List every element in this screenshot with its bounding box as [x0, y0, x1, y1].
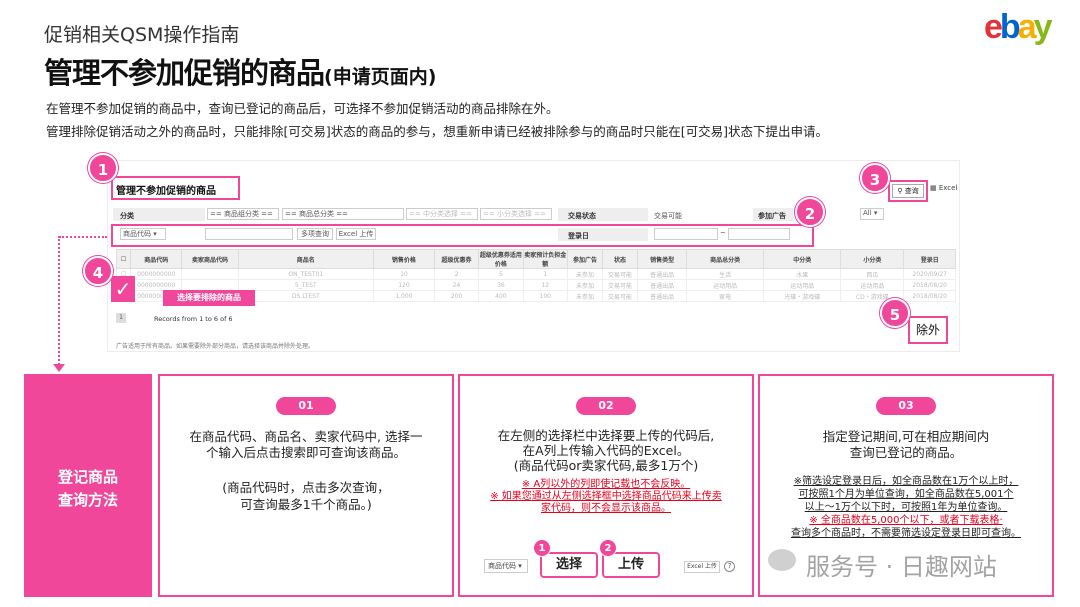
kicker-text: 促销相关QSM操作指南 [44, 24, 240, 46]
page-title: 管理不参加促销的商品(申请页面内) [44, 50, 436, 92]
title-main: 管理不参加促销的商品 [44, 56, 325, 90]
excel-download-button[interactable]: ▦ Excel [930, 184, 957, 192]
category4-select[interactable]: == 小分类选择 == [480, 208, 552, 220]
step-marker-2: 2 [795, 197, 825, 227]
step-marker-1: 1 [88, 153, 118, 183]
category2-select[interactable]: == 商品总分类 == [282, 208, 404, 220]
description-line-1: 在管理不参加促销的商品中，查询已登记的商品后，可选择不参加促销活动的商品排除在外… [46, 101, 559, 116]
card-number-badge: 03 [876, 397, 936, 415]
search-area-highlight [111, 224, 814, 247]
column-header: 销售价格 [373, 249, 435, 269]
exclude-button[interactable]: 除外 [908, 316, 948, 344]
column-header: 商品总分类 [686, 249, 765, 269]
status-label: 交易状态 [568, 212, 596, 220]
column-header: 卖家商品代码 [181, 249, 239, 269]
category-label: 分类 [120, 212, 134, 220]
records-text: Records from 1 to 6 of 6 [154, 315, 233, 323]
step-marker-5: 5 [880, 298, 910, 328]
column-header: 销售类型 [637, 249, 688, 269]
card-03-notes: ※筛选设定登录日后，如全商品数在1万个以上时， 可按照1个月为单位查询，如全商品… [791, 476, 1021, 539]
description-line-2: 管理排除促销活动之外的商品时，只能排除[可交易]状态的商品的参与，想重新申请已经… [46, 124, 829, 139]
method-card-02: 02 在左侧的选择栏中选择要上传的代码后, 在A列上传输入代码的Excel。 (… [458, 374, 754, 597]
page-number[interactable]: 1 [116, 313, 126, 323]
column-header: 小分类 [840, 249, 905, 269]
method-card-01: 01 在商品代码、商品名、卖家代码中, 选择一 个输入后点击搜索即可查询该商品。… [158, 374, 454, 597]
mini-step-2: 2 [599, 539, 617, 557]
table-row[interactable]: ☐ 00000000005_TEST120243612未参加交易可能普通出品运动… [115, 279, 956, 291]
sidebar-title-2: 查询方法 [57, 491, 118, 509]
select-all-checkbox[interactable]: ☐ [115, 249, 132, 269]
search-button[interactable]: ⚲ 查询 [892, 184, 924, 198]
ad-select[interactable]: All ▾ [860, 208, 884, 220]
table-header-row: ☐ 商品代码 卖家商品代码 商品名 销售价格 超级优惠券 超级优惠券适用价格 卖… [115, 249, 956, 269]
category3-select[interactable]: == 中分类选择 == [406, 208, 478, 220]
column-header: 状态 [602, 249, 639, 269]
panel-title: 管理不参加促销的商品 [116, 186, 216, 197]
column-header: 中分类 [763, 249, 842, 269]
sidebar-title-1: 登记商品 [57, 468, 118, 486]
category1-select[interactable]: == 商品组分类 == [207, 208, 279, 220]
arrow-down-icon [53, 364, 65, 372]
ebay-logo: ebay [984, 8, 1053, 46]
mini-code-select: 商品代码 ▾ [484, 559, 528, 573]
step-marker-3: 3 [860, 163, 890, 193]
mini-excel-upload: Excel 上传 [684, 561, 720, 573]
card-01-text: 在商品代码、商品名、卖家代码中, 选择一 个输入后点击搜索即可查询该商品。 [189, 429, 423, 460]
card-number-badge: 01 [276, 397, 336, 415]
column-header: 超级优惠券 [433, 249, 480, 269]
title-suffix: (申请页面内) [324, 66, 437, 88]
connector-vertical [58, 236, 60, 368]
wechat-icon [768, 549, 796, 571]
footnote-text: 广告适用于所有商品。如果需要除外部分商品，请选择该商品并除外处理。 [116, 343, 315, 350]
column-header: 商品代码 [130, 249, 183, 269]
mini-step-1: 1 [533, 539, 551, 557]
select-hint-label: 选择要排除的商品 [163, 290, 255, 306]
mini-choose-label: 选择 [540, 552, 598, 578]
method-sidebar: 登记商品 查询方法 [24, 374, 152, 597]
column-header: 卖家预计负担金额 [522, 249, 568, 269]
column-header: 商品名 [237, 249, 375, 269]
column-header: 登录日 [903, 249, 956, 269]
watermark-text: 服务号 · 日趣网站 [806, 553, 997, 581]
card-02-warnings: ※ A列以外的列即使记载也不会反映。 ※ 如果您通过从左侧选择框中选择商品代码来… [490, 479, 722, 514]
card-01-note: (商品代码时，点击多次查询， 可查询最多1千个商品。) [222, 480, 390, 512]
card-03-text: 指定登记期间,可在相应期间内 查询已登记的商品。 [822, 429, 990, 460]
column-header: 参加广告 [566, 249, 604, 269]
help-icon: ? [724, 561, 735, 572]
status-value: 交易可能 [654, 212, 682, 220]
column-header: 超级优惠券适用价格 [478, 249, 524, 269]
card-number-badge: 02 [576, 397, 636, 415]
ad-label: 参加广告 [758, 212, 786, 220]
step-marker-4: 4 [83, 256, 113, 286]
card-02-text: 在左侧的选择栏中选择要上传的代码后, 在A列上传输入代码的Excel。 (商品代… [497, 428, 715, 473]
connector-horizontal [59, 236, 107, 238]
search-icon: ⚲ [897, 187, 903, 195]
checkmark-icon: ✓ [111, 276, 135, 302]
qsm-screenshot: 管理不参加促销的商品 ⚲ 查询 ▦ Excel 分类 == 商品组分类 == =… [107, 160, 960, 352]
table-row[interactable]: ☐ 0000000000 ON_TEST01 10 2 5 1 未参加 交易可能 普通出品 生活水… [115, 268, 956, 280]
